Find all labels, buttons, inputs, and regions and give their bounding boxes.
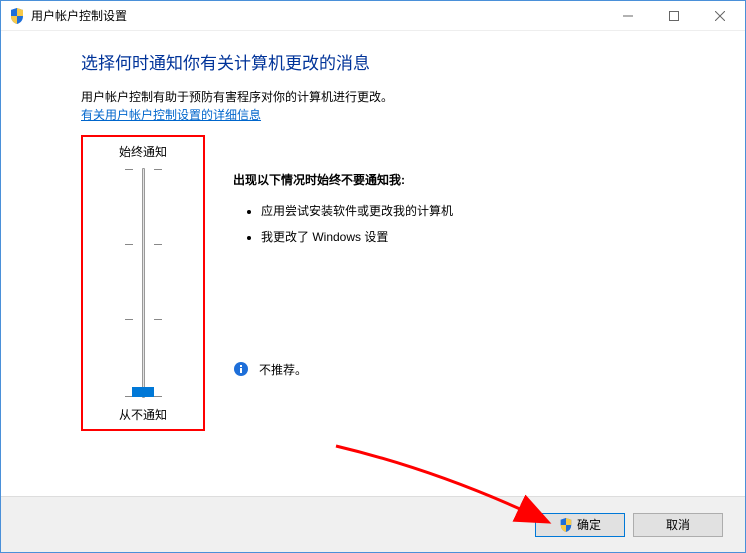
cancel-button[interactable]: 取消 — [633, 513, 723, 537]
slider-top-label: 始终通知 — [119, 143, 167, 160]
setting-list: 应用尝试安装软件或更改我的计算机 我更改了 Windows 设置 — [233, 198, 653, 251]
setting-description-panel: 出现以下情况时始终不要通知我: 应用尝试安装软件或更改我的计算机 我更改了 Wi… — [233, 135, 653, 431]
setting-title: 出现以下情况时始终不要通知我: — [233, 171, 653, 188]
slider-thumb[interactable] — [132, 387, 154, 397]
window-title: 用户帐户控制设置 — [31, 7, 605, 24]
slider-highlight-box: 始终通知 从不通知 — [81, 135, 205, 431]
setting-list-item: 我更改了 Windows 设置 — [261, 224, 653, 250]
close-button[interactable] — [697, 1, 743, 30]
cancel-button-label: 取消 — [666, 516, 690, 533]
shield-icon — [9, 8, 25, 24]
content-area: 选择何时通知你有关计算机更改的消息 用户帐户控制有助于预防有害程序对你的计算机进… — [1, 31, 745, 496]
uac-settings-window: 用户帐户控制设置 选择何时通知你有关计算机更改的消息 用户帐户控制有助于预防有害… — [0, 0, 746, 553]
notification-slider[interactable] — [89, 168, 197, 398]
slider-bottom-label: 从不通知 — [119, 406, 167, 423]
recommendation-text: 不推荐。 — [259, 361, 307, 378]
recommendation: 不推荐。 — [233, 361, 653, 378]
titlebar: 用户帐户控制设置 — [1, 1, 745, 31]
ok-button-label: 确定 — [577, 516, 601, 533]
maximize-button[interactable] — [651, 1, 697, 30]
ok-button[interactable]: 确定 — [535, 513, 625, 537]
help-link[interactable]: 有关用户帐户控制设置的详细信息 — [81, 106, 745, 123]
slider-track — [142, 168, 145, 398]
main-area: 始终通知 从不通知 出现以下情况时始终不要通知我: 应用尝试安装软件或更改我的计… — [81, 135, 745, 431]
shield-icon — [559, 518, 573, 532]
page-description: 用户帐户控制有助于预防有害程序对你的计算机进行更改。 — [81, 88, 745, 106]
window-controls — [605, 1, 743, 30]
minimize-button[interactable] — [605, 1, 651, 30]
page-heading: 选择何时通知你有关计算机更改的消息 — [81, 49, 745, 74]
footer: 确定 取消 — [1, 496, 745, 552]
info-icon — [233, 361, 249, 377]
setting-list-item: 应用尝试安装软件或更改我的计算机 — [261, 198, 653, 224]
